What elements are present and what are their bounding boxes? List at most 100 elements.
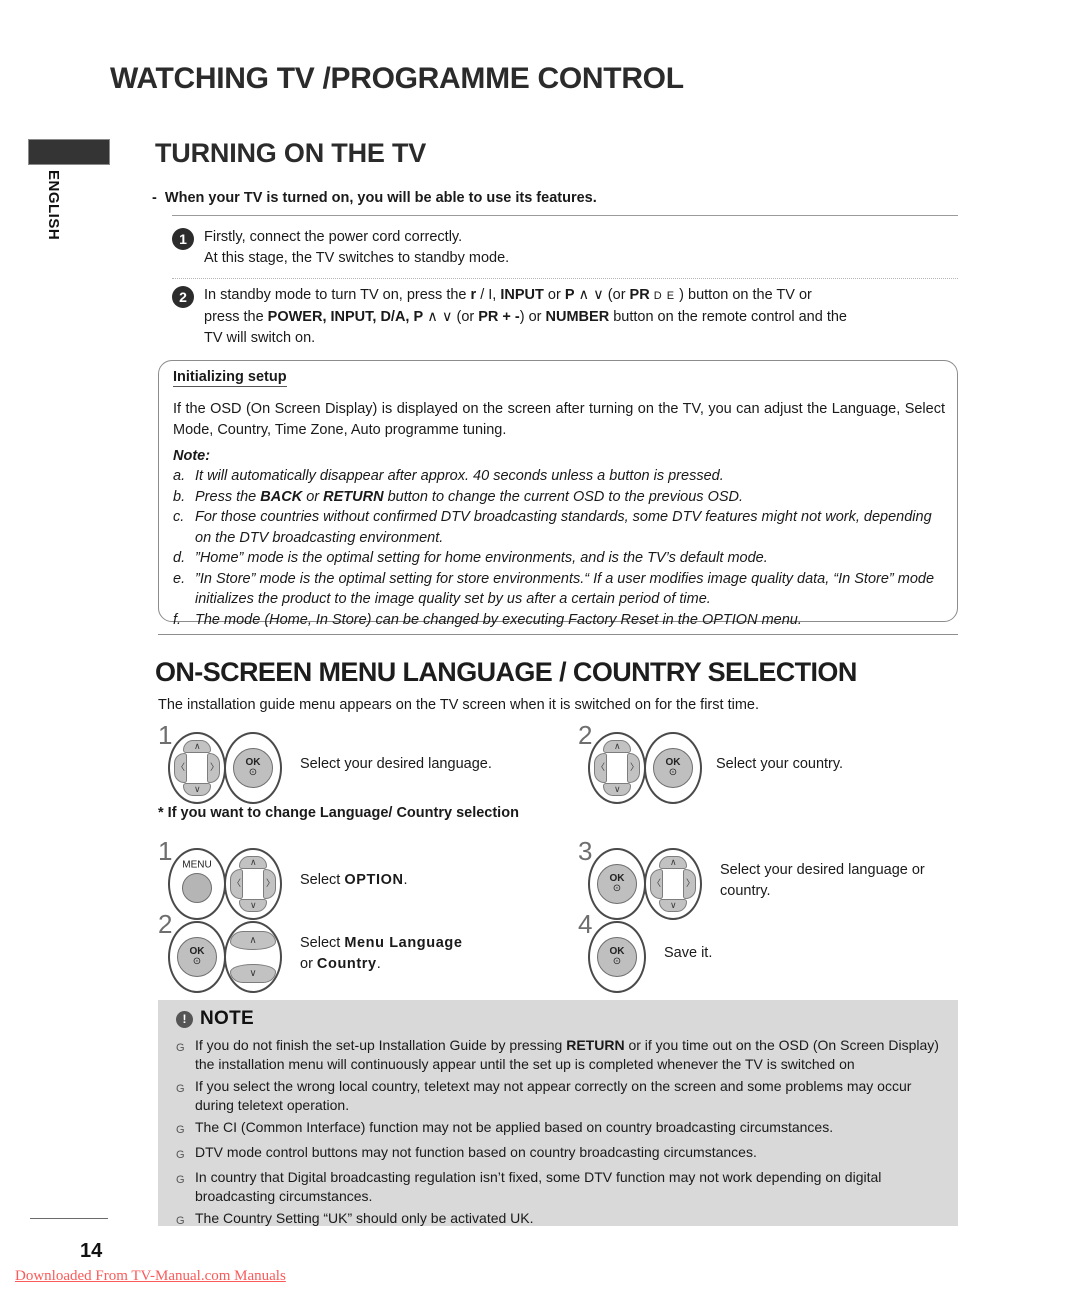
change-step-4-label: Save it. bbox=[664, 945, 713, 961]
note-bullet-5: G In country that Digital broadcasting r… bbox=[176, 1168, 946, 1206]
note-item-b-label: b. bbox=[173, 488, 186, 505]
updown-glyph-2-icon: ∧ ∨ bbox=[423, 309, 457, 325]
change-step-4-number: 4 bbox=[578, 909, 593, 939]
note-bullet-5-text: In country that Digital broadcasting reg… bbox=[195, 1169, 882, 1204]
change-step-3-group: 3 OK ⊙ ∧ ∨ 〈 〉 Select your desired langu… bbox=[578, 836, 978, 920]
ok-button[interactable]: OK ⊙ bbox=[177, 937, 217, 977]
nav-right-glyph-icon: 〉 bbox=[210, 762, 220, 772]
note-item-d: d. ”Home” mode is the optimal setting fo… bbox=[173, 548, 948, 569]
note-item-f-text: The mode (Home, In Store) can be changed… bbox=[195, 611, 802, 628]
bullet-icon: G bbox=[176, 1149, 185, 1161]
ok-key-icon[interactable]: OK ⊙ bbox=[168, 921, 226, 993]
change-step-2-label: Select Menu Language or Country. bbox=[300, 933, 463, 975]
nav-wheel-icon[interactable]: ∧ ∨ 〈 〉 bbox=[644, 848, 702, 920]
ok-dot-icon: ⊙ bbox=[668, 767, 678, 778]
nav-wheel-icon[interactable]: ∧ ∨ 〈 〉 bbox=[588, 732, 646, 804]
step-2-number: 2 bbox=[172, 286, 194, 308]
change-step-3-label: Select your desired language or country. bbox=[720, 860, 925, 902]
step-2-part-j: TV will switch on. bbox=[204, 330, 316, 346]
nav-wheel-icon[interactable]: ∧ ∨ 〈 〉 bbox=[168, 732, 226, 804]
download-source-link[interactable]: Downloaded From TV-Manual.com Manuals bbox=[15, 1268, 286, 1285]
ok-dot-icon: ⊙ bbox=[248, 767, 258, 778]
osd-step-1-number: 1 bbox=[158, 720, 173, 750]
ok-key-icon[interactable]: OK ⊙ bbox=[644, 732, 702, 804]
intro-dash: - bbox=[152, 190, 157, 206]
note-bullet-2: G If you select the wrong local country,… bbox=[176, 1077, 946, 1115]
note-panel: ! NOTE G If you do not finish the set-up… bbox=[158, 1000, 958, 1227]
nav-up-glyph-icon: ∧ bbox=[614, 741, 621, 751]
page-number: 14 bbox=[80, 1240, 103, 1262]
ok-key-icon[interactable]: OK ⊙ bbox=[588, 848, 646, 920]
change-selection-heading: * If you want to change Language/ Countr… bbox=[158, 805, 519, 821]
pr-key-2: PR bbox=[478, 309, 499, 325]
ok-dot-icon: ⊙ bbox=[612, 956, 622, 967]
change-step-1-label: Select OPTION. bbox=[300, 870, 408, 891]
step-2: 2 In standby mode to turn TV on, press t… bbox=[172, 285, 952, 349]
updown-up-glyph-icon: ∧ bbox=[249, 935, 257, 946]
note-panel-title: ! NOTE bbox=[176, 1008, 254, 1030]
note-bullet-1-text: If you do not finish the set-up Installa… bbox=[195, 1036, 946, 1074]
osd-intro-text: The installation guide menu appears on t… bbox=[158, 697, 759, 713]
nav-up-glyph-icon: ∧ bbox=[194, 741, 201, 751]
footer-divider bbox=[30, 1218, 108, 1219]
ok-key-icon[interactable]: OK ⊙ bbox=[588, 921, 646, 993]
ok-dot-icon: ⊙ bbox=[192, 956, 202, 967]
change-step-1-pre: Select bbox=[300, 872, 345, 888]
updown-wheel-icon[interactable]: ∧ ∨ bbox=[224, 921, 282, 993]
note-item-a: a. It will automatically disappear after… bbox=[173, 466, 948, 487]
step-2-part-d: (or bbox=[607, 287, 630, 303]
power-keys: POWER, INPUT, D/A, P bbox=[267, 309, 424, 325]
nav-left-glyph-icon: 〈 bbox=[176, 762, 186, 772]
nav-up-glyph-icon: ∧ bbox=[250, 857, 257, 867]
note-item-b: b. Press the BACK or RETURN button to ch… bbox=[173, 487, 948, 508]
intro-text: When your TV is turned on, you will be a… bbox=[164, 190, 597, 206]
menu-label: MENU bbox=[182, 859, 212, 871]
ok-button[interactable]: OK ⊙ bbox=[233, 748, 273, 788]
note-item-a-label: a. bbox=[173, 468, 186, 484]
step-2-part-g: (or bbox=[456, 309, 479, 325]
initializing-note-list: a. It will automatically disappear after… bbox=[173, 466, 948, 630]
updown-glyph-1-icon: ∧ ∨ bbox=[574, 287, 608, 303]
change-step-2-pre-2: or bbox=[300, 956, 317, 972]
change-step-2-number: 2 bbox=[158, 909, 173, 939]
ok-button[interactable]: OK ⊙ bbox=[597, 864, 637, 904]
nav-wheel-icon[interactable]: ∧ ∨ 〈 〉 bbox=[224, 848, 282, 920]
step-divider bbox=[172, 278, 958, 279]
note-item-d-label: d. bbox=[173, 550, 186, 566]
step-2-part-c: or bbox=[543, 287, 565, 303]
step-1-line-2: At this stage, the TV switches to standb… bbox=[204, 250, 510, 266]
back-key: BACK bbox=[260, 488, 303, 505]
change-step-1-group: 1 MENU ∧ ∨ 〈 〉 Select OPTION. bbox=[158, 836, 578, 920]
note-bullet-1: G If you do not finish the set-up Instal… bbox=[176, 1036, 946, 1074]
nav-left-glyph-icon: 〈 bbox=[652, 878, 662, 888]
initializing-setup-body: If the OSD (On Screen Display) is displa… bbox=[173, 401, 945, 438]
ok-key-icon[interactable]: OK ⊙ bbox=[224, 732, 282, 804]
note-bullet-4-text: DTV mode control buttons may not functio… bbox=[195, 1144, 757, 1160]
note-item-c-label: c. bbox=[173, 509, 185, 525]
bullet-icon: G bbox=[176, 1042, 185, 1054]
change-step-1-post: . bbox=[403, 872, 408, 888]
section-divider bbox=[158, 634, 958, 635]
menu-key-icon[interactable]: MENU bbox=[168, 848, 226, 920]
note-b-post: button to change the current OSD to the … bbox=[383, 488, 744, 505]
ok-button[interactable]: OK ⊙ bbox=[653, 748, 693, 788]
note-bullet-4: G DTV mode control buttons may not funct… bbox=[176, 1143, 946, 1165]
osd-step-1-label: Select your desired language. bbox=[300, 756, 492, 772]
ok-button[interactable]: OK ⊙ bbox=[597, 937, 637, 977]
note-1-pre: If you do not finish the set-up Installa… bbox=[195, 1037, 567, 1053]
menu-button[interactable] bbox=[182, 873, 212, 904]
chapter-color-bar bbox=[28, 139, 110, 165]
bullet-icon: G bbox=[176, 1215, 185, 1227]
note-item-a-text: It will automatically disappear after ap… bbox=[195, 468, 724, 484]
note-panel-title-text: NOTE bbox=[200, 1008, 254, 1029]
note-item-c-text: For those countries without confirmed DT… bbox=[195, 509, 932, 546]
osd-step-1-group: 1 ∧ ∨ 〈 〉 OK ⊙ Select your desired langu… bbox=[158, 720, 578, 806]
nav-ring-icon: ∧ ∨ 〈 〉 bbox=[174, 740, 220, 796]
change-step-2-pre: Select bbox=[300, 935, 345, 951]
nav-right-glyph-icon: 〉 bbox=[630, 762, 640, 772]
step-2-part-i: button on the remote control and the bbox=[609, 309, 847, 325]
nav-down-glyph-icon: ∨ bbox=[194, 784, 201, 794]
nav-right-glyph-icon: 〉 bbox=[266, 878, 276, 888]
osd-step-2-label: Select your country. bbox=[716, 756, 844, 772]
intro-rule bbox=[172, 215, 958, 216]
